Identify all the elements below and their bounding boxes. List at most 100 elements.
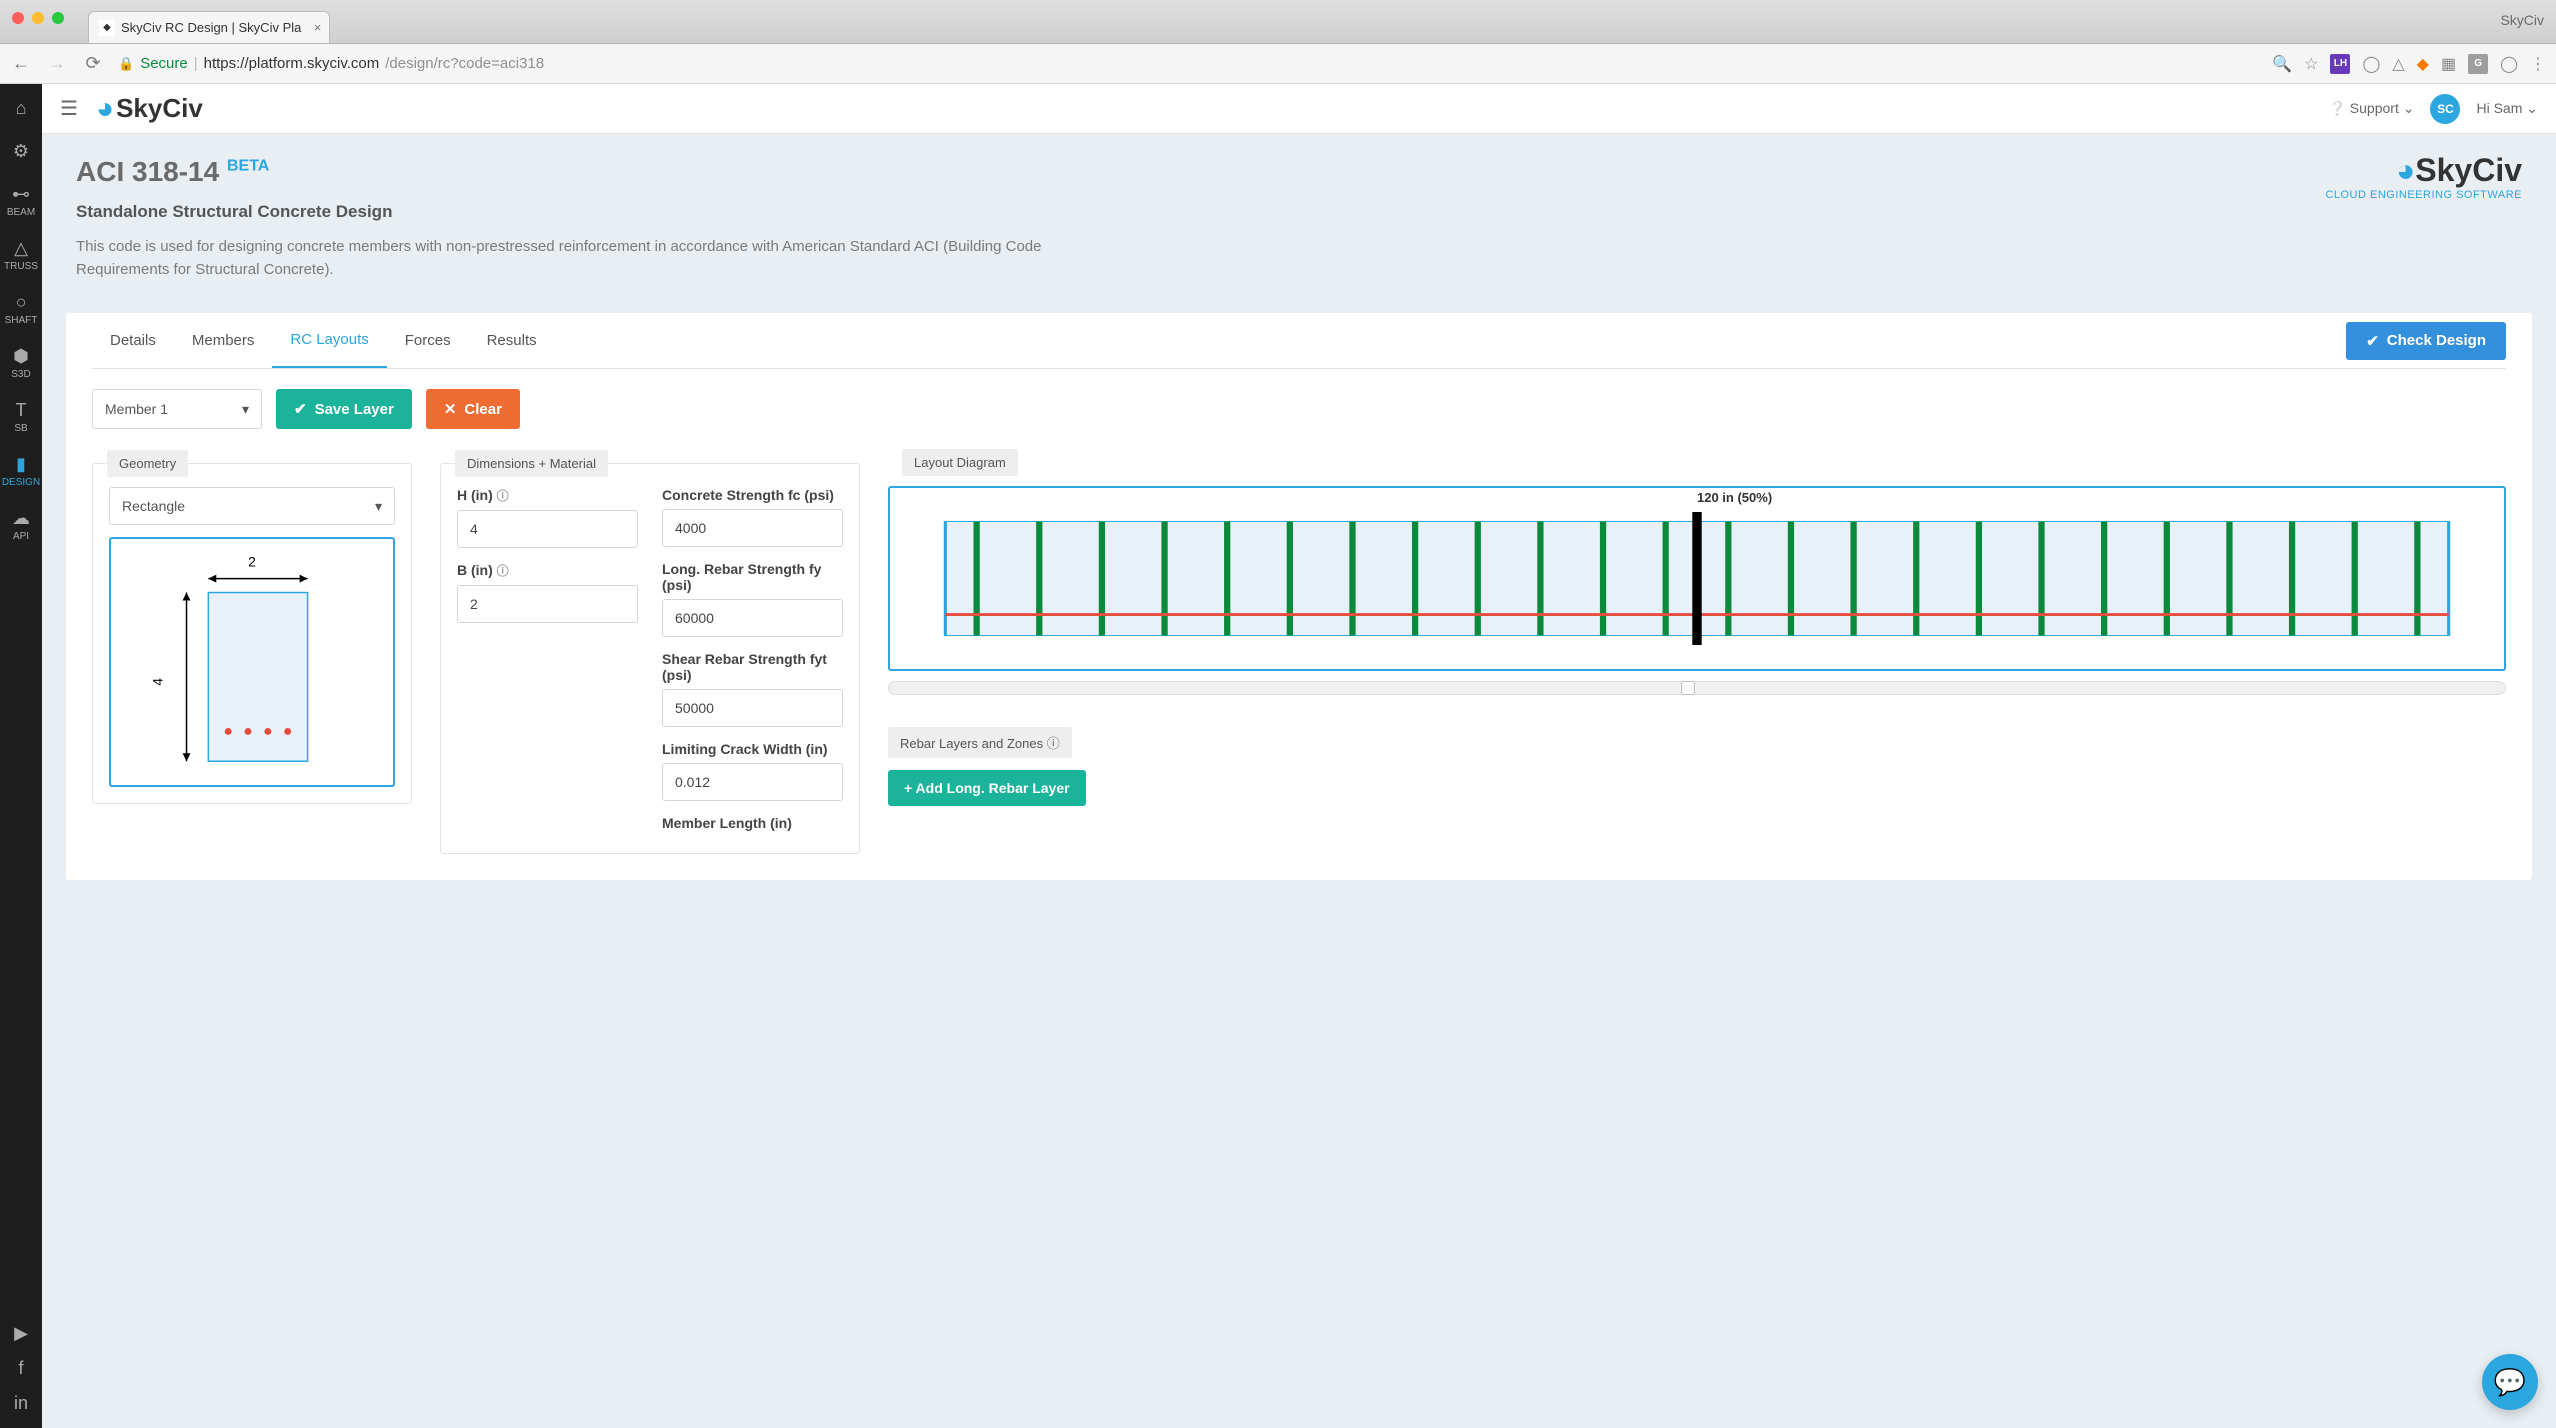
tabs-row: Details Members RC Layouts Forces Result… — [92, 313, 2506, 369]
tab-results[interactable]: Results — [469, 313, 555, 368]
layout-panel-label: Layout Diagram — [902, 449, 1018, 476]
fc-input[interactable] — [662, 509, 843, 547]
reload-button[interactable]: ⟳ — [82, 53, 104, 74]
tab-members[interactable]: Members — [174, 313, 273, 368]
rail-design[interactable]: ▮DESIGN — [0, 450, 42, 492]
address-bar: ← → ⟳ 🔒 Secure | https://platform.skyciv… — [0, 44, 2556, 84]
tab-close-icon[interactable]: × — [314, 20, 322, 35]
user-greeting[interactable]: Hi Sam ⌄ — [2476, 100, 2538, 117]
zoom-icon[interactable]: 🔍 — [2272, 54, 2292, 74]
tab-details[interactable]: Details — [92, 313, 174, 368]
check-icon: ✔ — [294, 400, 307, 418]
document-icon: ▮ — [0, 454, 42, 475]
member-select[interactable]: Member 1▾ — [92, 389, 262, 429]
info-icon[interactable]: ⓘ — [497, 564, 509, 578]
extension-circle2-icon[interactable]: ◯ — [2500, 54, 2518, 74]
youtube-icon[interactable]: ▶ — [14, 1323, 28, 1344]
add-rebar-layer-button[interactable]: + Add Long. Rebar Layer — [888, 770, 1086, 806]
chat-fab[interactable]: 💬 — [2482, 1354, 2538, 1410]
minimize-window-icon[interactable] — [32, 12, 44, 24]
rail-s3d[interactable]: ⬢S3D — [0, 342, 42, 384]
app-logo[interactable]: ◕ SkyCiv — [96, 92, 203, 126]
info-icon[interactable]: ⓘ — [497, 489, 509, 503]
main-card: Details Members RC Layouts Forces Result… — [66, 313, 2532, 880]
extension-triangle-icon[interactable]: △ — [2392, 54, 2404, 74]
check-design-button[interactable]: ✔Check Design — [2346, 322, 2506, 360]
b-input[interactable] — [457, 585, 638, 623]
page-description: This code is used for designing concrete… — [76, 236, 1076, 281]
truss-icon: △ — [0, 238, 42, 259]
rail-shaft[interactable]: ○SHAFT — [0, 288, 42, 330]
width-dim-label: 2 — [248, 554, 256, 570]
help-icon: ❔ — [2328, 100, 2345, 116]
layout-marker-label: 120 in (50%) — [1697, 490, 1772, 505]
support-link[interactable]: ❔ Support ⌄ — [2328, 100, 2414, 117]
linkedin-icon[interactable]: in — [14, 1393, 28, 1414]
info-icon[interactable]: ⓘ — [1047, 736, 1060, 751]
extension-lh[interactable]: LH — [2330, 54, 2350, 74]
extension-circle-icon[interactable]: ◯ — [2362, 54, 2380, 74]
browser-brand-label: SkyCiv — [2500, 12, 2544, 28]
b-label: B (in) ⓘ — [457, 562, 638, 579]
save-layer-button[interactable]: ✔Save Layer — [276, 389, 412, 429]
browser-tab[interactable]: ◆ SkyCiv RC Design | SkyCiv Pla × — [88, 11, 330, 43]
url-host: https://platform.skyciv.com — [204, 55, 380, 72]
crack-label: Limiting Crack Width (in) — [662, 741, 843, 757]
bookmark-icon[interactable]: ☆ — [2304, 54, 2318, 74]
facebook-icon[interactable]: f — [18, 1358, 23, 1379]
extension-g[interactable]: G — [2468, 54, 2488, 74]
logo-text: SkyCiv — [116, 93, 203, 124]
page-subtitle: Standalone Structural Concrete Design — [76, 202, 2522, 222]
menu-kebab-icon[interactable]: ⋮ — [2530, 54, 2546, 74]
secure-label: Secure — [140, 55, 188, 72]
chevron-down-icon: ▾ — [375, 498, 382, 515]
close-icon: ✕ — [444, 400, 457, 418]
shape-select[interactable]: Rectangle▾ — [109, 487, 395, 525]
rail-sb[interactable]: TSB — [0, 396, 42, 438]
left-nav-rail: ⌂ ⚙ ⊷BEAM △TRUSS ○SHAFT ⬢S3D TSB ▮DESIGN… — [0, 84, 42, 1428]
page-title: ACI 318-14 BETA — [76, 156, 2522, 188]
chat-icon: 💬 — [2494, 1367, 2526, 1398]
extension-fox-icon[interactable]: ◆ — [2417, 54, 2429, 74]
cloud-icon: ☁ — [0, 508, 42, 529]
rail-beam[interactable]: ⊷BEAM — [0, 180, 42, 222]
close-window-icon[interactable] — [12, 12, 24, 24]
clear-button[interactable]: ✕Clear — [426, 389, 520, 429]
rebar-panel-label: Rebar Layers and Zones ⓘ — [888, 727, 1072, 758]
maximize-window-icon[interactable] — [52, 12, 64, 24]
gear-icon: ⚙ — [0, 141, 42, 162]
window-controls — [12, 12, 64, 24]
h-input[interactable] — [457, 510, 638, 548]
scrollbar-thumb[interactable] — [1681, 681, 1695, 695]
intro-block: ACI 318-14 BETA Standalone Structural Co… — [42, 134, 2556, 303]
fy-input[interactable] — [662, 599, 843, 637]
rail-truss[interactable]: △TRUSS — [0, 234, 42, 276]
logo-swirl-icon: ◕ — [96, 92, 114, 126]
tab-forces[interactable]: Forces — [387, 313, 469, 368]
crack-input[interactable] — [662, 763, 843, 801]
beta-badge: BETA — [227, 158, 269, 175]
forward-button[interactable]: → — [46, 53, 68, 74]
browser-tab-strip: ◆ SkyCiv RC Design | SkyCiv Pla × SkyCiv — [0, 0, 2556, 44]
rail-home[interactable]: ⌂ — [0, 94, 42, 125]
chevron-down-icon: ▾ — [242, 401, 249, 418]
rail-api[interactable]: ☁API — [0, 504, 42, 546]
url-input[interactable]: 🔒 Secure | https://platform.skyciv.com/d… — [118, 55, 2258, 72]
hamburger-icon[interactable]: ☰ — [60, 96, 78, 121]
fyt-input[interactable] — [662, 689, 843, 727]
beam-icon: ⊷ — [0, 184, 42, 205]
tab-rc-layouts[interactable]: RC Layouts — [272, 313, 386, 368]
h-label: H (in) ⓘ — [457, 487, 638, 504]
app-topbar: ☰ ◕ SkyCiv ❔ Support ⌄ SC Hi Sam ⌄ — [42, 84, 2556, 134]
layout-scrollbar[interactable] — [888, 681, 2506, 695]
back-button[interactable]: ← — [10, 53, 32, 74]
avatar[interactable]: SC — [2430, 94, 2460, 124]
extension-calendar-icon[interactable]: ▦ — [2441, 54, 2456, 74]
length-label: Member Length (in) — [662, 815, 843, 831]
dimensions-panel: Dimensions + Material H (in) ⓘ B (in) ⓘ … — [440, 463, 860, 854]
fy-label: Long. Rebar Strength fy (psi) — [662, 561, 843, 593]
rail-settings[interactable]: ⚙ — [0, 137, 42, 168]
chevron-down-icon: ⌄ — [2403, 100, 2415, 116]
brand-swirl-icon: ◕ — [2396, 152, 2415, 188]
text-icon: T — [0, 400, 42, 421]
